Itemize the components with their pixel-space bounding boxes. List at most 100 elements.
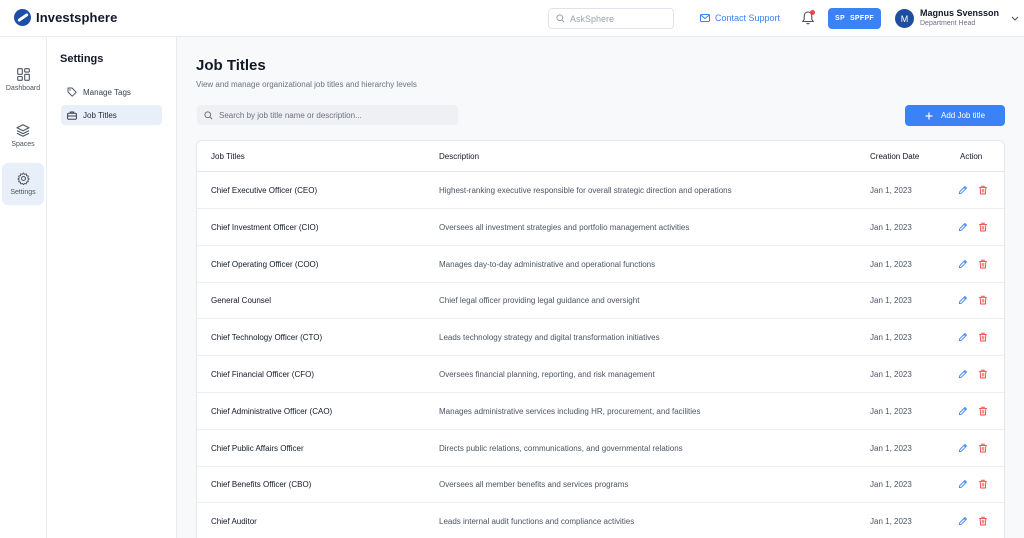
pencil-icon	[958, 480, 967, 489]
edit-button[interactable]	[957, 442, 969, 454]
search-icon	[556, 14, 565, 23]
pencil-icon	[958, 443, 967, 452]
job-titles-table: Job Titles Description Creation Date Act…	[196, 140, 1005, 538]
creation-date-cell: Jan 1, 2023	[870, 259, 912, 269]
description-cell: Manages administrative services includin…	[439, 406, 701, 416]
edit-button[interactable]	[957, 221, 969, 233]
edit-button[interactable]	[957, 258, 969, 270]
trash-icon	[979, 332, 987, 342]
delete-button[interactable]	[977, 405, 989, 417]
user-role: Department Head	[920, 20, 976, 27]
creation-date-cell: Jan 1, 2023	[870, 186, 912, 195]
contact-support-link[interactable]: Contact Support	[700, 13, 780, 23]
settings-item-job-titles[interactable]: Job Titles	[61, 105, 162, 125]
settings-item-manage-tags-label: Manage Tags	[83, 87, 131, 97]
asksphere-search[interactable]: AskSphere	[548, 8, 674, 29]
search-icon	[204, 110, 213, 119]
add-job-title-label: Add Job title	[940, 111, 986, 120]
pencil-icon	[958, 370, 967, 379]
description-cell: Chief legal officer providing legal guid…	[439, 296, 640, 306]
table-row: Chief Benefits Officer (CBO) Oversees all…	[197, 466, 1004, 504]
creation-date-cell: Jan 1, 2023	[870, 443, 912, 453]
search-placeholder: Search by job title name or description.…	[219, 110, 362, 120]
logo-icon	[14, 9, 31, 26]
table-row: General Counsel Chief legal officer provi…	[197, 282, 1004, 320]
settings-sidebar: Settings Manage Tags Job Titles	[47, 37, 177, 538]
creation-date-cell: Jan 1, 2023	[870, 296, 912, 306]
settings-item-manage-tags[interactable]: Manage Tags	[61, 82, 162, 102]
edit-button[interactable]	[957, 515, 969, 527]
grid-icon	[16, 68, 30, 81]
delete-button[interactable]	[977, 331, 989, 343]
job-title-cell: Chief Auditor	[211, 517, 257, 527]
app-logo[interactable]: Investsphere	[14, 9, 117, 26]
job-title-cell: Chief Technology Officer (CTO)	[211, 333, 323, 343]
notification-dot	[810, 10, 815, 15]
mail-icon	[700, 14, 710, 22]
job-title-cell: General Counsel	[211, 296, 272, 306]
nav-spaces-label: Spaces	[11, 141, 35, 148]
top-bar: Investsphere AskSphere Contact Support S…	[0, 0, 1024, 37]
creation-date-cell: Jan 1, 2023	[870, 517, 912, 527]
job-title-cell: Chief Investment Officer (CIO)	[211, 222, 319, 232]
settings-title: Settings	[60, 53, 104, 65]
edit-button[interactable]	[957, 294, 969, 306]
delete-button[interactable]	[977, 478, 989, 490]
pencil-icon	[958, 296, 967, 305]
edit-button[interactable]	[957, 405, 969, 417]
space-name: SPFPF	[849, 15, 874, 22]
description-cell: Manages day-to-day administrative and op…	[439, 259, 656, 269]
delete-button[interactable]	[977, 294, 989, 306]
nav-spaces[interactable]: Spaces	[2, 115, 44, 157]
column-header-job-titles: Job Titles	[211, 152, 245, 161]
description-cell: Oversees all member benefits and service…	[439, 480, 629, 490]
delete-button[interactable]	[977, 515, 989, 527]
creation-date-cell: Jan 1, 2023	[870, 370, 912, 379]
delete-button[interactable]	[977, 258, 989, 270]
delete-button[interactable]	[977, 184, 989, 196]
trash-icon	[979, 296, 987, 305]
job-title-cell: Chief Operating Officer (COO)	[211, 259, 319, 269]
trash-icon	[979, 222, 987, 232]
primary-nav-rail: Dashboard Spaces Settings	[0, 37, 47, 538]
trash-icon	[979, 480, 987, 489]
edit-button[interactable]	[957, 331, 969, 343]
table-row: Chief Operating Officer (COO) Manages day…	[197, 246, 1004, 283]
creation-date-cell: Jan 1, 2023	[870, 480, 912, 490]
table-row: Chief Administrative Officer (CAO) Manage…	[197, 393, 1004, 430]
delete-button[interactable]	[977, 442, 989, 454]
page-title: Job Titles	[196, 57, 266, 74]
avatar: M	[895, 9, 914, 28]
table-row: Chief Technology Officer (CTO) Leads tech…	[197, 319, 1004, 357]
add-job-title-button[interactable]: Add Job title	[905, 105, 1005, 126]
pencil-icon	[958, 259, 967, 268]
tag-icon	[67, 87, 77, 97]
layers-icon	[16, 124, 30, 137]
user-name: Magnus Svensson	[920, 8, 1000, 18]
job-title-cell: Chief Executive Officer (CEO)	[211, 186, 318, 195]
description-cell: Leads technology strategy and digital tr…	[439, 333, 660, 343]
job-title-search-input[interactable]: Search by job title name or description.…	[197, 105, 458, 125]
job-title-cell: Chief Public Affairs Officer	[211, 443, 304, 453]
trash-icon	[979, 369, 987, 379]
edit-button[interactable]	[957, 478, 969, 490]
delete-button[interactable]	[977, 368, 989, 380]
nav-dashboard[interactable]: Dashboard	[2, 59, 44, 101]
trash-icon	[979, 406, 987, 416]
edit-button[interactable]	[957, 368, 969, 380]
user-menu[interactable]: M Magnus Svensson Department Head	[895, 8, 1019, 29]
description-cell: Oversees all investment strategies and p…	[439, 222, 690, 232]
pencil-icon	[958, 517, 967, 526]
nav-settings[interactable]: Settings	[2, 163, 44, 205]
table-row: Chief Auditor Leads internal audit functi…	[197, 503, 1004, 538]
contact-support-label: Contact Support	[715, 13, 781, 23]
space-selector-button[interactable]: SP SPFPF	[828, 8, 881, 29]
description-cell: Highest-ranking executive responsible fo…	[439, 186, 732, 195]
table-row: Chief Public Affairs Officer Directs publ…	[197, 430, 1004, 467]
delete-button[interactable]	[977, 221, 989, 233]
plus-icon	[925, 112, 933, 119]
app-name: Investsphere	[36, 10, 118, 25]
settings-item-job-titles-label: Job Titles	[83, 110, 117, 120]
edit-button[interactable]	[957, 184, 969, 196]
table-row: Chief Financial Officer (CFO) Oversees fi…	[197, 356, 1004, 393]
